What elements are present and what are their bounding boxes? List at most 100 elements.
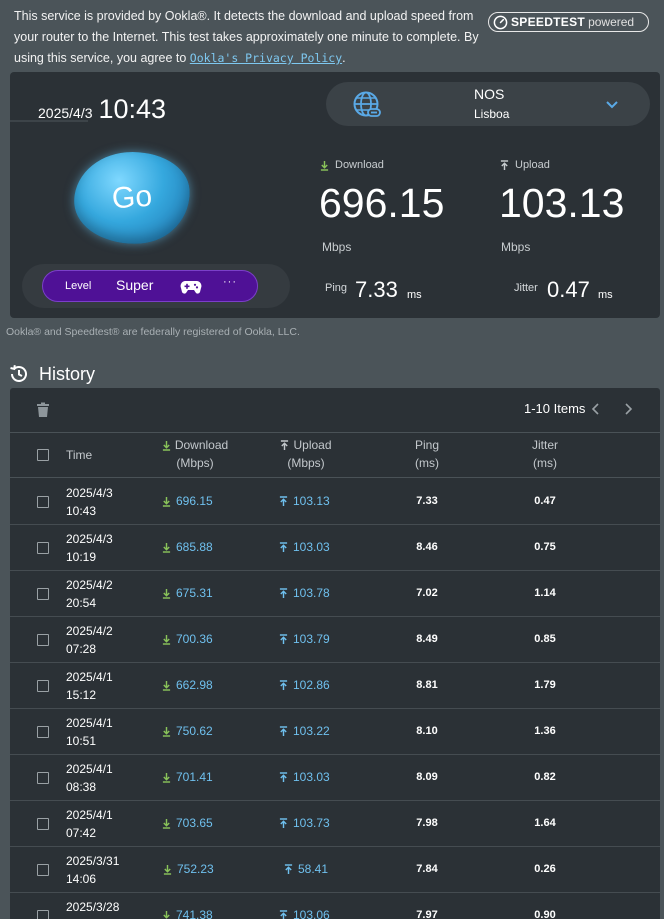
download-arrow-icon <box>162 496 171 507</box>
trash-icon[interactable] <box>36 402 50 418</box>
row-download-value: 662.98 <box>176 678 213 692</box>
row-datetime: 2025/4/3 10:43 <box>66 484 113 520</box>
notice-end: . <box>342 51 346 65</box>
row-checkbox[interactable] <box>37 910 49 919</box>
row-jitter: 0.82 <box>534 771 556 783</box>
download-value: 696.15 <box>319 180 445 226</box>
row-upload-value: 58.41 <box>298 862 329 876</box>
row-jitter: 1.79 <box>534 679 556 691</box>
row-download-value: 703.65 <box>176 816 213 830</box>
col-upload-label: Upload <box>293 438 332 452</box>
upload-label: Upload <box>500 159 550 171</box>
upload-value: 103.13 <box>499 180 625 226</box>
row-download-value: 750.62 <box>176 724 213 738</box>
history-title: History <box>39 363 96 384</box>
table-row[interactable]: 2025/4/3 10:19 685.88 103.03 8.46 0.75 <box>10 525 660 571</box>
upload-label-text: Upload <box>515 159 550 171</box>
row-date: 2025/3/31 <box>66 854 120 868</box>
row-checkbox[interactable] <box>37 588 49 600</box>
level-bar: Level Super ··· <box>22 264 290 308</box>
table-row[interactable]: 2025/3/28 741.38 103.06 7.97 0.90 <box>10 893 660 919</box>
row-ping: 7.97 <box>416 909 438 919</box>
upload-arrow-icon <box>279 725 288 736</box>
table-row[interactable]: 2025/3/31 14:06 752.23 58.41 7.84 0.26 <box>10 847 660 893</box>
table-row[interactable]: 2025/4/1 15:12 662.98 102.86 8.81 1.79 <box>10 663 660 709</box>
row-date: 2025/4/2 <box>66 578 113 592</box>
level-pill[interactable]: Level Super ··· <box>42 270 258 302</box>
row-checkbox[interactable] <box>37 542 49 554</box>
row-jitter: 1.36 <box>534 725 556 737</box>
row-checkbox[interactable] <box>37 818 49 830</box>
chevron-right-icon[interactable] <box>622 402 634 416</box>
row-checkbox[interactable] <box>37 864 49 876</box>
row-time: 20:54 <box>66 596 97 610</box>
table-row[interactable]: 2025/4/1 10:51 750.62 103.22 8.10 1.36 <box>10 709 660 755</box>
row-upload: 103.03 <box>279 770 330 784</box>
test-date: 2025/4/3 <box>38 105 93 121</box>
upload-arrow-icon <box>279 679 288 690</box>
row-jitter: 0.90 <box>534 909 556 919</box>
row-upload: 103.78 <box>279 586 330 600</box>
download-arrow-icon <box>162 818 171 829</box>
row-download: 752.23 <box>163 862 214 876</box>
row-upload-value: 103.79 <box>293 632 330 646</box>
go-button[interactable]: Go <box>70 148 194 248</box>
table-row[interactable]: 2025/4/2 07:28 700.36 103.79 8.49 0.85 <box>10 617 660 663</box>
download-arrow-icon <box>162 910 171 919</box>
trademark-note: Ookla® and Speedtest® are federally regi… <box>6 326 300 338</box>
table-row[interactable]: 2025/4/3 10:43 696.15 103.13 7.33 0.47 <box>10 479 660 525</box>
col-download: Download (Mbps) <box>150 436 240 472</box>
row-ping: 7.98 <box>416 817 438 829</box>
row-date: 2025/4/1 <box>66 808 113 822</box>
row-checkbox[interactable] <box>37 680 49 692</box>
server-selector[interactable]: NOS Lisboa <box>326 82 650 126</box>
row-download: 701.41 <box>162 770 213 784</box>
jitter-label: Jitter <box>514 282 538 294</box>
row-download-value: 701.41 <box>176 770 213 784</box>
speedtest-powered-badge: SPEEDTEST powered <box>488 12 649 32</box>
upload-arrow-icon <box>500 159 509 170</box>
row-time: 08:38 <box>66 780 97 794</box>
row-date: 2025/4/3 <box>66 486 113 500</box>
row-checkbox[interactable] <box>37 726 49 738</box>
select-all-checkbox[interactable] <box>37 449 49 461</box>
table-row[interactable]: 2025/4/1 07:42 703.65 103.73 7.98 1.64 <box>10 801 660 847</box>
upload-arrow-icon <box>279 817 288 828</box>
row-checkbox[interactable] <box>37 496 49 508</box>
col-ping-unit: (ms) <box>415 456 439 470</box>
row-upload-value: 103.06 <box>293 908 330 919</box>
row-upload-value: 103.03 <box>293 540 330 554</box>
upload-arrow-icon <box>279 587 288 598</box>
row-time: 10:19 <box>66 550 97 564</box>
col-upload: Upload (Mbps) <box>266 436 346 472</box>
privacy-policy-link[interactable]: Ookla's Privacy Policy <box>190 51 342 65</box>
download-arrow-icon <box>162 680 171 691</box>
upload-arrow-icon <box>279 633 288 644</box>
table-row[interactable]: 2025/4/1 08:38 701.41 103.03 8.09 0.82 <box>10 755 660 801</box>
row-date: 2025/4/2 <box>66 624 113 638</box>
level-more[interactable]: ··· <box>223 276 237 288</box>
col-jitter-label: Jitter <box>531 438 558 452</box>
col-download-label: Download <box>174 438 229 452</box>
row-upload: 103.06 <box>279 908 330 919</box>
row-datetime: 2025/4/3 10:19 <box>66 530 113 566</box>
row-checkbox[interactable] <box>37 772 49 784</box>
row-download: 662.98 <box>162 678 213 692</box>
table-row[interactable]: 2025/4/2 20:54 675.31 103.78 7.02 1.14 <box>10 571 660 617</box>
upload-arrow-icon <box>279 909 288 919</box>
row-download-value: 685.88 <box>176 540 213 554</box>
row-upload-value: 103.78 <box>293 586 330 600</box>
row-time: 10:51 <box>66 734 97 748</box>
download-arrow-icon <box>163 864 172 875</box>
chevron-left-icon[interactable] <box>590 402 602 416</box>
history-icon <box>10 365 27 382</box>
chevron-down-icon[interactable] <box>604 96 620 112</box>
row-ping: 7.33 <box>416 495 438 507</box>
row-checkbox[interactable] <box>37 634 49 646</box>
row-download-value: 752.23 <box>177 862 214 876</box>
go-label: Go <box>110 179 154 216</box>
globe-link-icon <box>353 91 381 117</box>
row-upload: 103.73 <box>279 816 330 830</box>
download-arrow-icon <box>162 634 171 645</box>
row-date: 2025/4/1 <box>66 716 113 730</box>
